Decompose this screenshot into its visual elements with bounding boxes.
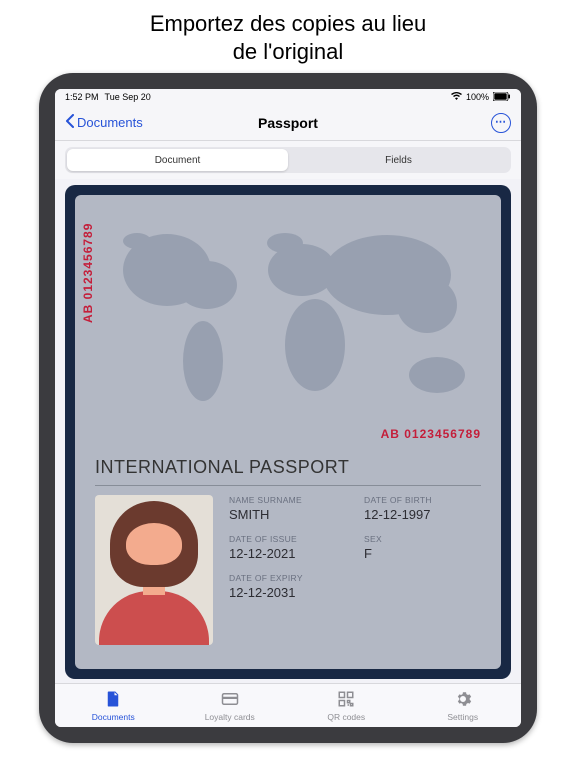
field-issue: DATE OF ISSUE 12-12-2021: [229, 534, 346, 561]
tab-bar: Documents Loyalty cards QR codes Setting…: [55, 683, 521, 727]
field-sex: SEX F: [364, 534, 481, 561]
battery-icon: [493, 92, 511, 103]
tab-qr[interactable]: QR codes: [288, 684, 405, 727]
tab-document[interactable]: Document: [67, 149, 288, 171]
status-time: 1:52 PM: [65, 92, 99, 102]
tab-documents-label: Documents: [92, 712, 135, 722]
tab-loyalty[interactable]: Loyalty cards: [172, 684, 289, 727]
serial-number-vertical: AB 0123456789: [81, 223, 95, 323]
dob-value: 12-12-1997: [364, 507, 481, 522]
content-area: AB 0123456789: [55, 179, 521, 683]
expiry-value: 12-12-2031: [229, 585, 481, 600]
back-label: Documents: [77, 115, 143, 130]
sex-value: F: [364, 546, 481, 561]
promo-heading: Emportez des copies au lieu de l'origina…: [0, 0, 576, 73]
divider: [95, 485, 481, 486]
expiry-label: DATE OF EXPIRY: [229, 573, 481, 583]
status-date: Tue Sep 20: [105, 92, 151, 102]
card-icon: [221, 690, 239, 710]
tab-settings-label: Settings: [447, 712, 478, 722]
tab-settings[interactable]: Settings: [405, 684, 522, 727]
passport-card[interactable]: AB 0123456789: [65, 185, 511, 679]
segment-control: Document Fields: [55, 141, 521, 179]
tab-fields[interactable]: Fields: [288, 149, 509, 171]
passport-inner: AB 0123456789: [75, 195, 501, 669]
documents-icon: [104, 690, 122, 710]
name-value: SMITH: [229, 507, 346, 522]
sex-label: SEX: [364, 534, 481, 544]
issue-label: DATE OF ISSUE: [229, 534, 346, 544]
passport-photo: [95, 495, 213, 645]
world-map-icon: [97, 215, 497, 415]
passport-title: INTERNATIONAL PASSPORT: [95, 457, 349, 478]
issue-value: 12-12-2021: [229, 546, 346, 561]
chevron-left-icon: [65, 114, 75, 131]
battery-text: 100%: [466, 92, 489, 102]
name-label: NAME SURNAME: [229, 495, 346, 505]
tab-qr-label: QR codes: [327, 712, 365, 722]
page-title: Passport: [258, 115, 318, 131]
dob-label: DATE OF BIRTH: [364, 495, 481, 505]
tab-loyalty-label: Loyalty cards: [205, 712, 255, 722]
ipad-screen: 1:52 PM Tue Sep 20 100% Documents Passpo…: [55, 89, 521, 727]
ellipsis-icon: ⋯: [495, 117, 507, 128]
gear-icon: [454, 690, 472, 710]
ipad-frame: 1:52 PM Tue Sep 20 100% Documents Passpo…: [39, 73, 537, 743]
heading-line1: Emportez des copies au lieu: [150, 11, 426, 36]
tab-fields-label: Fields: [385, 155, 412, 166]
more-button[interactable]: ⋯: [491, 113, 511, 133]
serial-number-horizontal: AB 0123456789: [381, 427, 481, 441]
heading-line2: de l'original: [233, 39, 344, 64]
qr-icon: [337, 690, 355, 710]
passport-fields: NAME SURNAME SMITH DATE OF BIRTH 12-12-1…: [229, 495, 481, 645]
tab-documents[interactable]: Documents: [55, 684, 172, 727]
field-name: NAME SURNAME SMITH: [229, 495, 346, 522]
status-bar: 1:52 PM Tue Sep 20 100%: [55, 89, 521, 105]
back-button[interactable]: Documents: [65, 114, 143, 131]
field-dob: DATE OF BIRTH 12-12-1997: [364, 495, 481, 522]
wifi-icon: [451, 92, 462, 103]
field-expiry: DATE OF EXPIRY 12-12-2031: [229, 573, 481, 600]
nav-bar: Documents Passport ⋯: [55, 105, 521, 141]
passport-body: NAME SURNAME SMITH DATE OF BIRTH 12-12-1…: [95, 495, 481, 645]
tab-document-label: Document: [155, 155, 201, 166]
